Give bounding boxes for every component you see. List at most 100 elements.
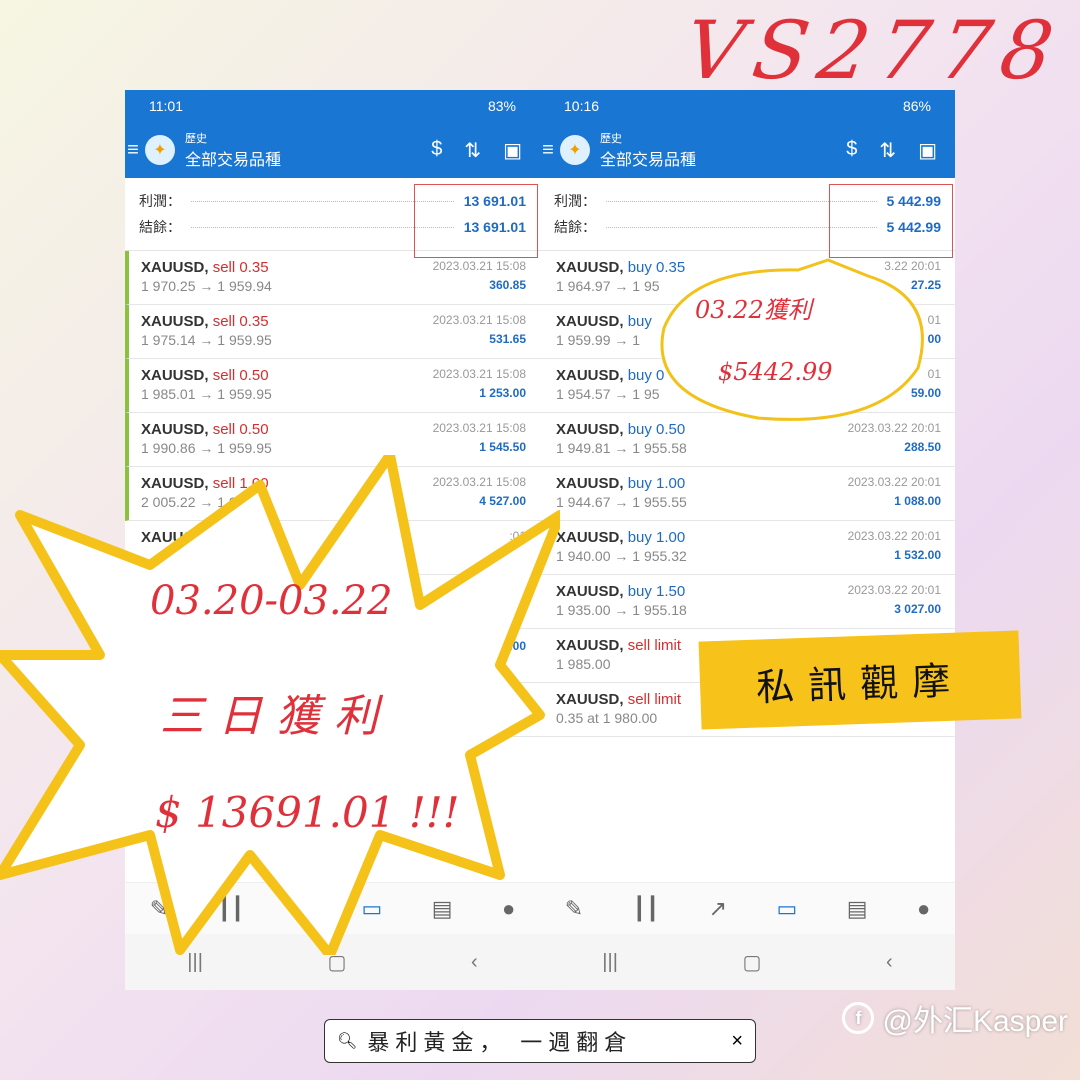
- status-bar: 11:01 83%: [125, 90, 540, 122]
- trade-side: sell 0.35: [212, 259, 269, 276]
- trade-profit: 00: [927, 332, 941, 346]
- trade-prices: 0.35 at 1 980.00: [556, 710, 658, 726]
- calendar-icon[interactable]: ▣: [918, 138, 937, 163]
- currency-sort-icon[interactable]: $: [846, 138, 857, 163]
- trade-row[interactable]: XAUUSD, buy 1.00 2023.03.22 20:01 1 940.00…: [540, 521, 955, 575]
- trade-profit: 360.85: [489, 278, 526, 292]
- chart-edit-icon[interactable]: ✎: [565, 896, 583, 922]
- bubble-date-profit: 03.22獲利: [695, 296, 812, 324]
- burst-three-day-profit: 三 日 獲 利: [160, 691, 378, 742]
- trade-profit: 1 253.00: [479, 386, 526, 400]
- back-icon[interactable]: ‹: [886, 951, 893, 974]
- trade-date: 2023.03.21 15:08: [432, 259, 526, 273]
- trade-symbol: XAUUSD,: [556, 691, 624, 708]
- trade-symbol: XAUUSD,: [556, 313, 624, 330]
- history-title: 歷史: [600, 133, 622, 145]
- history-title: 歷史: [185, 133, 207, 145]
- trade-symbol: XAUUSD,: [556, 259, 624, 276]
- status-bar: 10:16 86%: [540, 90, 955, 122]
- trade-side: sell limit: [627, 637, 682, 654]
- trade-prices: 1 990.86 → 1 959.95: [141, 440, 272, 456]
- metatrader-logo-icon: ✦: [145, 135, 175, 165]
- trade-date: 01: [927, 313, 941, 327]
- balance-label: 結餘：: [554, 219, 596, 235]
- symbols-filter-title[interactable]: 全部交易品種: [185, 146, 431, 170]
- trade-prices: 1 935.00 → 1 955.18: [556, 602, 687, 618]
- trade-symbol: XAUUSD,: [556, 475, 624, 492]
- trade-date: 2023.03.21 15:08: [432, 313, 526, 327]
- trade-row[interactable]: XAUUSD, sell 0.50 2023.03.21 15:08 1 985.0…: [125, 359, 540, 413]
- battery-level: 86%: [902, 98, 931, 114]
- battery-level: 83%: [487, 98, 516, 114]
- sort-icon[interactable]: ⇅: [464, 138, 481, 163]
- trade-date: 2023.03.21 15:08: [432, 367, 526, 381]
- inbox-icon[interactable]: ▭: [776, 896, 797, 922]
- trade-symbol: XAUUSD,: [141, 259, 209, 276]
- trade-profit: 288.50: [904, 440, 941, 454]
- trade-prices: 1 985.00: [556, 656, 611, 672]
- trade-date: 2023.03.21 15:08: [432, 421, 526, 435]
- trade-symbol: XAUUSD,: [556, 637, 624, 654]
- search-box[interactable]: 🔍︎ 暴利黃金， 一週翻倉 ×: [324, 1019, 756, 1063]
- news-icon[interactable]: ▤: [847, 896, 868, 922]
- trade-row[interactable]: XAUUSD, buy 1.00 2023.03.22 20:01 1 944.67…: [540, 467, 955, 521]
- search-icon: 🔍︎: [337, 1033, 358, 1050]
- trade-profit: 1 545.50: [479, 440, 526, 454]
- trade-side: sell 0.35: [212, 313, 269, 330]
- trade-prices: 1 964.97 → 1 95: [556, 278, 660, 294]
- trend-icon[interactable]: ↗: [709, 896, 727, 922]
- bottom-nav: ✎ ┃┃ ↗ ▭ ▤ ●: [540, 882, 955, 934]
- watermark-handle: @外汇Kasper: [882, 1005, 1068, 1038]
- trade-prices: 1 944.67 → 1 955.55: [556, 494, 687, 510]
- trade-prices: 1 970.25 → 1 959.94: [141, 278, 272, 294]
- metatrader-logo-icon: ✦: [560, 135, 590, 165]
- system-nav: ||| ▢ ‹: [540, 934, 955, 990]
- right-phone-screenshot: 10:16 86% ≡ ✦ 歷史 全部交易品種 $ ⇅ ▣ 利潤： 5 442.9…: [540, 90, 955, 990]
- watermark: f @外汇Kasper: [842, 996, 1068, 1040]
- brand-signature: VS2778: [679, 4, 1069, 97]
- burst-amount: $ 13691.01 !!!: [155, 788, 460, 837]
- trade-row[interactable]: XAUUSD, buy 1.50 2023.03.22 20:01 1 935.00…: [540, 575, 955, 629]
- calendar-icon[interactable]: ▣: [503, 138, 522, 163]
- trade-date: 01: [927, 367, 941, 381]
- burst-date-range: 03.20-03.22: [150, 578, 393, 624]
- trade-row[interactable]: XAUUSD, sell 0.35 2023.03.21 15:08 1 970.2…: [125, 251, 540, 305]
- trade-prices: 1 985.01 → 1 959.95: [141, 386, 272, 402]
- trade-row[interactable]: XAUUSD, sell 0.35 2023.03.21 15:08 1 975.1…: [125, 305, 540, 359]
- menu-icon[interactable]: ≡: [125, 139, 141, 162]
- chat-icon[interactable]: ●: [917, 896, 930, 922]
- trade-side: buy 1.00: [627, 529, 686, 546]
- trade-profit: 3 027.00: [894, 602, 941, 616]
- home-icon[interactable]: ▢: [743, 950, 762, 975]
- trade-prices: 1 954.57 → 1 95: [556, 386, 660, 402]
- trade-profit: 1 088.00: [894, 494, 941, 508]
- trade-side: sell limit: [627, 691, 682, 708]
- recent-apps-icon[interactable]: |||: [602, 951, 618, 974]
- facebook-logo-icon: f: [842, 1002, 875, 1034]
- currency-sort-icon[interactable]: $: [431, 138, 442, 163]
- trade-prices: 1 949.81 → 1 955.58: [556, 440, 687, 456]
- symbols-filter-title[interactable]: 全部交易品種: [600, 146, 846, 170]
- menu-icon[interactable]: ≡: [540, 139, 556, 162]
- summary-panel: 利潤： 5 442.99 結餘： 5 442.99: [540, 178, 955, 258]
- trade-symbol: XAUUSD,: [556, 529, 624, 546]
- profit-label: 利潤：: [554, 193, 596, 209]
- trade-prices: 1 959.99 → 1: [556, 332, 641, 348]
- trade-symbol: XAUUSD,: [141, 421, 209, 438]
- trade-prices: 1 940.00 → 1 955.32: [556, 548, 687, 564]
- highlight-box: [829, 184, 953, 258]
- candles-icon[interactable]: ┃┃: [633, 896, 660, 922]
- highlight-box: [414, 184, 538, 258]
- trade-side: buy 1.00: [627, 475, 686, 492]
- trade-profit: 531.65: [489, 332, 526, 346]
- trade-side: sell 0.50: [212, 367, 269, 384]
- trade-side: buy 1.50: [627, 583, 686, 600]
- sort-icon[interactable]: ⇅: [879, 138, 896, 163]
- trade-date: 2023.03.22 20:01: [847, 529, 941, 543]
- trade-date: 2023.03.22 20:01: [847, 583, 941, 597]
- trade-symbol: XAUUSD,: [556, 421, 624, 438]
- trade-side: sell 0.50: [212, 421, 269, 438]
- balance-label: 結餘：: [139, 219, 181, 235]
- trade-prices: 1 975.14 → 1 959.95: [141, 332, 272, 348]
- close-icon[interactable]: ×: [731, 1030, 743, 1053]
